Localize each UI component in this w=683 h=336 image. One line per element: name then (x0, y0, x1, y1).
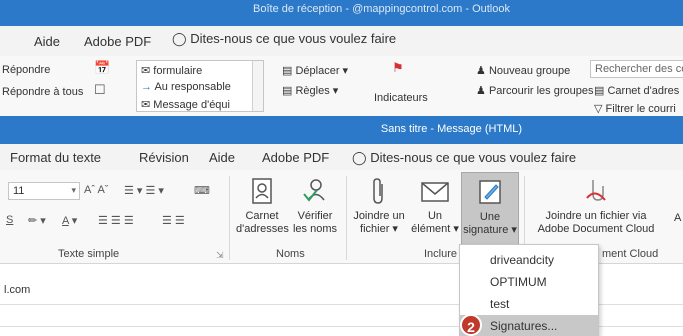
font-grow-shrink[interactable]: Aˆ Aˇ (84, 184, 108, 196)
bullets-numbering[interactable]: ☰ ▾ ☰ ▾ (124, 184, 164, 197)
step-badge: 2 (460, 314, 482, 336)
underline-icon[interactable]: S (6, 214, 13, 226)
attach-item-button[interactable]: Un élément ▾ (410, 176, 460, 236)
tell-me-search[interactable]: ◯ Dites-nous ce que vous voulez faire (352, 150, 576, 166)
ribbon-overflow-label[interactable]: A (674, 212, 681, 224)
address-book-icon (252, 178, 272, 204)
font-color-icon[interactable]: A ▾ (62, 214, 77, 227)
paperclip-icon (373, 178, 383, 204)
quick-step-2[interactable]: → Au responsable (141, 81, 231, 93)
address-book-button[interactable]: ▤ Carnet d'adres (594, 84, 679, 97)
browse-groups-button[interactable]: ♟ Parcourir les groupes (476, 84, 594, 97)
check-names-button[interactable]: Vérifier les noms (290, 176, 340, 236)
mail-icon: ✉ (141, 99, 151, 111)
message-window-title: Sans titre - Message (HTML) (380, 123, 523, 135)
adobe-attach-icon (586, 180, 606, 201)
reply-button[interactable]: Répondre (2, 64, 50, 76)
chevron-down-icon: ▾ (71, 185, 76, 195)
back-window-title: Boîte de réception - @mappingcontrol.com… (253, 3, 510, 15)
signature-pen-icon (479, 180, 501, 204)
signature-item-driveandcity[interactable]: driveandcity (460, 249, 598, 271)
back-tell-me[interactable]: ◯ Dites-nous ce que vous voulez faire (172, 31, 396, 47)
group-icon: ♟ (476, 65, 486, 77)
check-names-icon (303, 179, 325, 202)
divider (346, 176, 347, 260)
lightbulb-icon: ◯ (352, 150, 367, 165)
align-icons[interactable]: ☰ ☰ ☰ (98, 214, 134, 227)
flag-icon[interactable]: ⚑ (392, 60, 404, 76)
group-icon: ♟ (476, 85, 486, 97)
move-icon: ▤ (282, 65, 293, 77)
tab-aide[interactable]: Aide (209, 150, 235, 165)
rules-button[interactable]: ▤ Règles ▾ (282, 84, 338, 97)
back-window-title-bar: Boîte de réception - @mappingcontrol.com… (0, 0, 683, 26)
dialog-launcher-icon[interactable]: ⇲ (216, 250, 224, 261)
back-menu-aide[interactable]: Aide (34, 34, 60, 49)
group-texte-simple: Texte simple (58, 248, 120, 260)
filter-icon: ▽ (594, 103, 603, 115)
attach-file-button[interactable]: Joindre un fichier ▾ (350, 176, 408, 236)
from-address[interactable]: l.com (4, 284, 30, 296)
address-book-icon: ▤ (594, 85, 605, 97)
calendar-icon[interactable]: 📅 (94, 60, 110, 76)
message-window-title-bar: Sans titre - Message (HTML) (0, 116, 683, 144)
tab-format-du-texte[interactable]: Format du texte (10, 150, 101, 165)
back-tell-me-text: Dites-nous ce que vous voulez faire (190, 31, 397, 46)
arrow-right-icon: → (141, 81, 152, 93)
filter-email-button[interactable]: ▽ Filtrer le courri (594, 102, 676, 115)
mail-icon: ✉ (141, 65, 151, 77)
quick-step-3[interactable]: ✉ Message d'équi (141, 98, 230, 111)
indent-icons[interactable]: ☰ ☰ (162, 214, 185, 227)
tell-me-text: Dites-nous ce que vous voulez faire (370, 150, 577, 165)
rules-icon: ▤ (282, 85, 293, 97)
font-size-value: 11 (13, 185, 25, 197)
reply-all-button[interactable]: Répondre à tous (2, 86, 83, 98)
quick-steps-gallery[interactable]: ✉ formulaire → Au responsable ✉ Message … (136, 60, 264, 112)
clear-formatting-icon[interactable]: ⌨ (194, 184, 210, 197)
lightbulb-icon: ◯ (172, 31, 187, 46)
signature-item-optimum[interactable]: OPTIMUM (460, 271, 598, 293)
envelope-icon (421, 182, 449, 202)
back-window-ribbon: Répondre Répondre à tous 📅 ☐ ✉ formulair… (0, 56, 683, 116)
move-button[interactable]: ▤ Déplacer ▾ (282, 64, 348, 77)
adobe-attach-button[interactable]: Joindre un fichier via Adobe Document Cl… (528, 176, 664, 236)
font-size-select[interactable]: 11 ▾ (8, 182, 80, 200)
address-book-button[interactable]: Carnet d'adresses (236, 176, 289, 236)
divider (229, 176, 230, 260)
highlight-icon[interactable]: ✏ ▾ (28, 214, 46, 227)
back-window-menu-bar: Aide Adobe PDF ◯ Dites-nous ce que vous … (0, 26, 683, 56)
signature-button[interactable]: Une signature ▾ (461, 172, 519, 246)
im-icon[interactable]: ☐ (94, 82, 106, 98)
group-adobe-cloud: ment Cloud (602, 248, 659, 260)
new-group-button[interactable]: ♟ Nouveau groupe (476, 64, 570, 77)
back-menu-adobe-pdf[interactable]: Adobe PDF (84, 34, 151, 49)
signature-item-test[interactable]: test (460, 293, 598, 315)
flags-button[interactable]: Indicateurs (374, 92, 428, 104)
message-menu-bar: Format du texte Révision Aide Adobe PDF … (0, 144, 683, 170)
quick-step-1[interactable]: ✉ formulaire (141, 64, 202, 77)
people-search-input[interactable]: Rechercher des co (590, 60, 683, 78)
quick-steps-scrollbar[interactable] (252, 61, 263, 111)
tab-adobe-pdf[interactable]: Adobe PDF (262, 150, 329, 165)
tab-revision[interactable]: Révision (139, 150, 189, 165)
group-inclure: Inclure (424, 248, 458, 260)
group-noms: Noms (276, 248, 305, 260)
